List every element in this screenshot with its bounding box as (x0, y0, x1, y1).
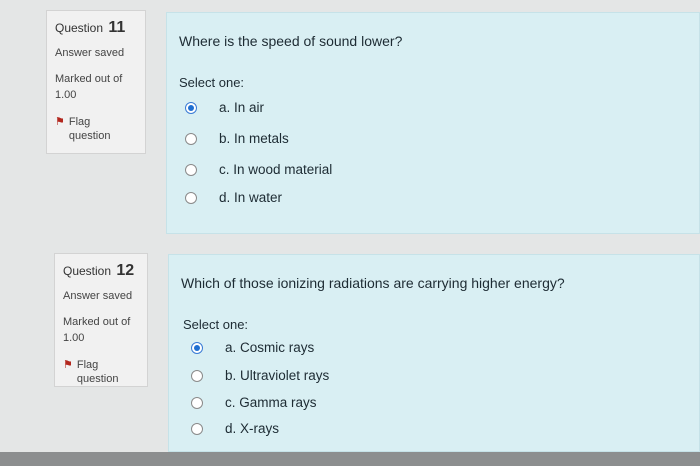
radio-button[interactable] (191, 369, 203, 382)
radio-button[interactable] (191, 422, 203, 435)
grade-label: Marked out of (55, 73, 123, 85)
flag-icon: ⚑ (63, 359, 73, 371)
flag-label: Flag (76, 359, 99, 371)
answer-label: d. X-rays (225, 421, 280, 436)
answer-option[interactable]: a. In air (185, 100, 264, 115)
question-info-11: Question 11 Answer saved Marked out of 1… (46, 10, 146, 154)
answer-option[interactable]: b. In metals (185, 131, 289, 146)
answer-label: c. In wood material (219, 162, 333, 177)
question-number: Question 12 (63, 262, 139, 280)
question-prompt: Where is the speed of sound lower? (179, 33, 403, 49)
grade-value: 1.00 (63, 332, 85, 344)
radio-button[interactable] (185, 191, 197, 204)
radio-button[interactable] (185, 163, 197, 176)
answer-option[interactable]: b. Ultraviolet rays (191, 368, 329, 383)
flag-question-link[interactable]: ⚑ Flag question (55, 115, 137, 143)
grade-value: 1.00 (55, 89, 77, 101)
flag-icon: ⚑ (55, 116, 65, 128)
question-content-12: Which of those ionizing radiations are c… (168, 254, 700, 452)
radio-button-checked[interactable] (191, 341, 203, 354)
radio-button[interactable] (185, 132, 197, 145)
question-prompt: Which of those ionizing radiations are c… (181, 275, 565, 291)
question-content-11: Where is the speed of sound lower? Selec… (166, 12, 700, 234)
answer-label: c. Gamma rays (225, 395, 317, 410)
question-info-12: Question 12 Answer saved Marked out of 1… (54, 253, 148, 387)
grade-info: Marked out of 1.00 (63, 314, 139, 346)
answer-option[interactable]: c. In wood material (185, 162, 332, 177)
answer-label: a. In air (219, 100, 265, 115)
answer-option[interactable]: c. Gamma rays (191, 395, 317, 410)
answer-label: d. In water (219, 190, 283, 205)
select-one-label: Select one: (183, 317, 249, 332)
grade-label: Marked out of (63, 316, 131, 328)
answer-label: b. In metals (219, 131, 289, 146)
answer-option[interactable]: d. In water (185, 190, 282, 205)
select-one-label: Select one: (179, 75, 245, 90)
question-number: Question 11 (55, 19, 137, 37)
flag-label-2: question (76, 373, 119, 385)
radio-button[interactable] (191, 396, 203, 409)
answer-option[interactable]: d. X-rays (191, 421, 279, 436)
question-number-label: Question (63, 264, 112, 278)
answer-label: a. Cosmic rays (225, 340, 315, 355)
answer-state: Answer saved (63, 290, 133, 302)
radio-button-checked[interactable] (185, 101, 197, 114)
answer-option[interactable]: a. Cosmic rays (191, 340, 314, 355)
answer-state: Answer saved (55, 47, 125, 59)
flag-label-2: question (68, 130, 111, 142)
flag-question-link[interactable]: ⚑ Flag question (63, 358, 139, 386)
question-number-value: 12 (116, 262, 135, 279)
screen-bezel (0, 452, 700, 466)
flag-label: Flag (68, 116, 91, 128)
answer-label: b. Ultraviolet rays (225, 368, 330, 383)
question-number-value: 11 (108, 19, 126, 36)
grade-info: Marked out of 1.00 (55, 71, 137, 103)
question-number-label: Question (55, 21, 104, 35)
